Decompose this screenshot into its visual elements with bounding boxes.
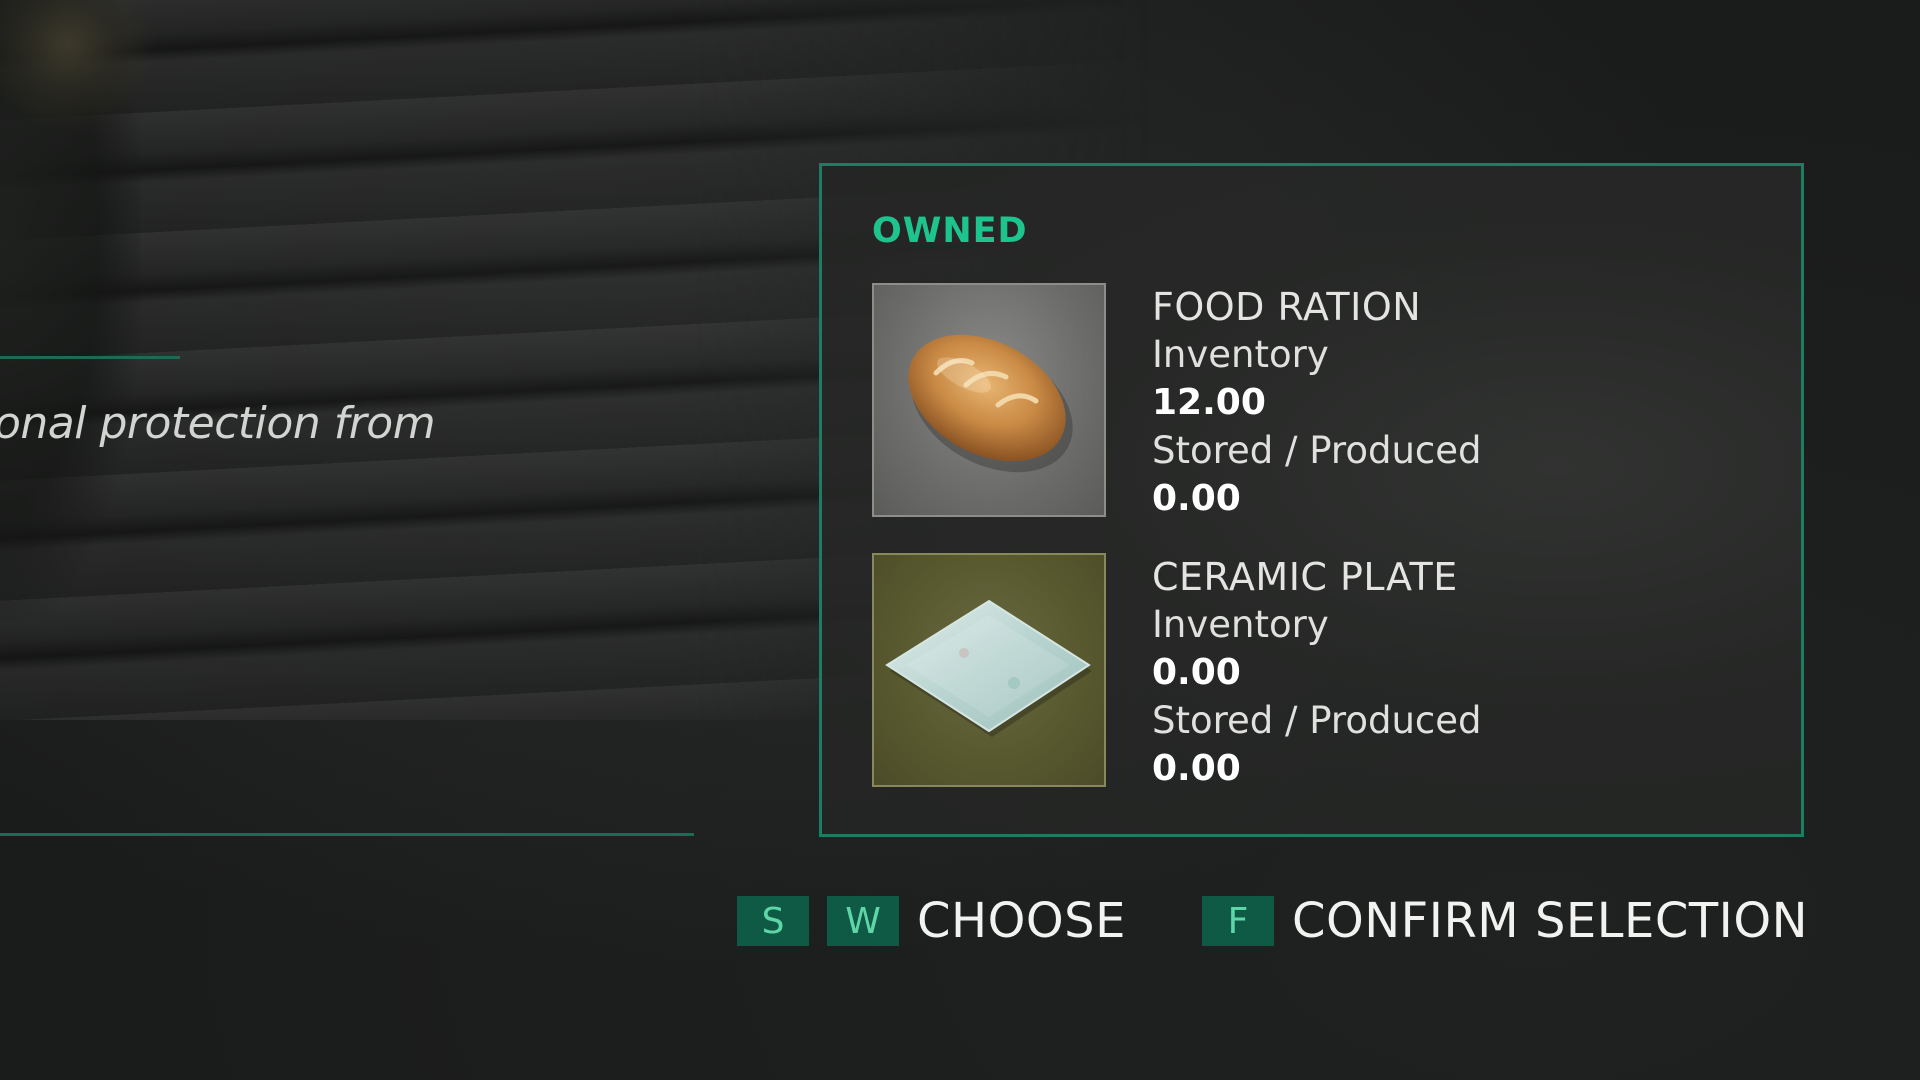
stored-produced-label: Stored / Produced (1152, 429, 1482, 472)
item-details: FOOD RATION Inventory 12.00 Stored / Pro… (1152, 283, 1752, 523)
stored-produced-value: 0.00 (1152, 478, 1241, 519)
stored-produced-value: 0.00 (1152, 748, 1241, 789)
ceramic-plate-icon (885, 599, 1092, 737)
owned-panel: OWNED FOOD RATION Inventory 12.00 Stored… (819, 163, 1804, 837)
choose-label: CHOOSE (917, 893, 1126, 949)
key-s-button[interactable]: S (737, 896, 809, 946)
description-text: onal protection from (0, 398, 436, 449)
owned-title: OWNED (872, 211, 1028, 251)
input-prompt-bar: S W CHOOSE F CONFIRM SELECTION (737, 893, 1808, 949)
key-w-button[interactable]: W (827, 896, 899, 946)
owned-item-food-ration[interactable]: FOOD RATION Inventory 12.00 Stored / Pro… (872, 283, 1752, 519)
character-camo-clothing (0, 0, 170, 150)
item-details: CERAMIC PLATE Inventory 0.00 Stored / Pr… (1152, 553, 1752, 793)
inventory-label: Inventory (1152, 603, 1329, 646)
item-thumbnail (872, 553, 1106, 787)
item-name: FOOD RATION (1152, 285, 1422, 329)
choose-prompt[interactable]: S W CHOOSE (737, 893, 1126, 949)
confirm-selection-prompt[interactable]: F CONFIRM SELECTION (1201, 893, 1809, 949)
description-panel-top-divider (0, 356, 180, 359)
bread-icon (908, 334, 1073, 473)
game-screen: onal protection from OWNED FOOD RATION I… (0, 0, 1920, 1080)
stored-produced-label: Stored / Produced (1152, 699, 1482, 742)
confirm-selection-label: CONFIRM SELECTION (1291, 893, 1809, 949)
description-panel-bottom-divider (0, 833, 694, 836)
inventory-label: Inventory (1152, 333, 1329, 376)
key-f-button[interactable]: F (1201, 896, 1274, 946)
item-thumbnail (872, 283, 1106, 517)
item-name: CERAMIC PLATE (1152, 555, 1458, 599)
inventory-value: 0.00 (1152, 652, 1241, 693)
inventory-value: 12.00 (1152, 382, 1266, 423)
owned-item-ceramic-plate[interactable]: CERAMIC PLATE Inventory 0.00 Stored / Pr… (872, 553, 1752, 789)
